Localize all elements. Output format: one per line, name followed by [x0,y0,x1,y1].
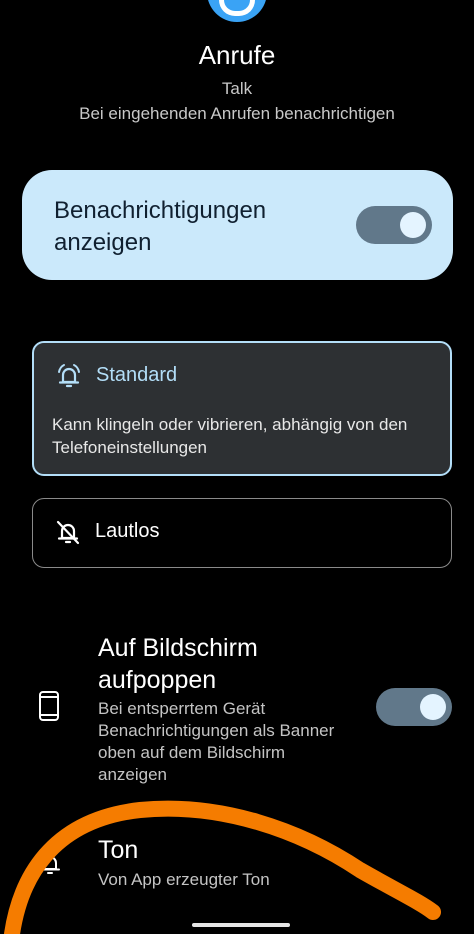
bell-ringing-icon [58,364,80,388]
show-notifications-card[interactable]: Benachrichtigungen anzeigen [22,170,453,280]
show-notifications-toggle[interactable] [356,206,432,244]
option-standard[interactable]: Standard Kann klingeln oder vibrieren, a… [32,341,452,476]
popup-title: Auf Bildschirm aufpoppen [98,634,258,694]
toggle-knob [400,212,426,238]
app-logo-icon [207,0,267,22]
bell-icon [40,853,60,874]
option-silent[interactable]: Lautlos [32,498,452,568]
option-silent-title: Lautlos [95,520,160,542]
popup-toggle[interactable] [376,688,452,726]
orange-annotation-scribble [4,800,441,934]
bell-off-icon [56,520,80,545]
show-notifications-label: Benachrichtigungen anzeigen [54,197,267,256]
channel-description: Bei eingehenden Anrufen benachrichtigen [79,104,395,123]
option-standard-title: Standard [96,364,178,386]
toggle-knob [420,694,446,720]
sound-description: Von App erzeugter Ton [98,870,270,889]
option-standard-description: Kann klingeln oder vibrieren, abhängig v… [52,415,408,457]
sound-title[interactable]: Ton [98,836,138,865]
page-title: Anrufe [198,40,276,70]
phone-icon [39,691,59,721]
popup-description: Bei entsperrtem Gerät Benachrichtigungen… [98,699,335,784]
app-name: Talk [221,79,253,98]
home-indicator[interactable] [192,923,290,927]
